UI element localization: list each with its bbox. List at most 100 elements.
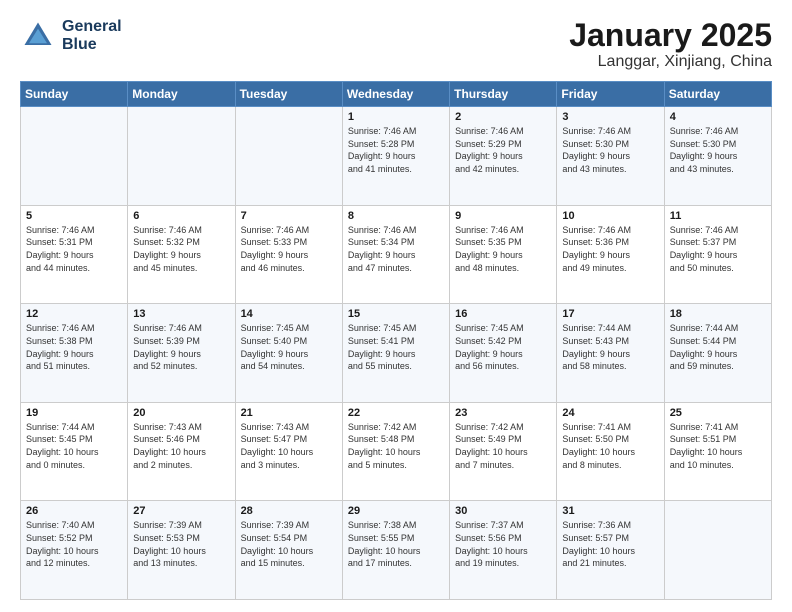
- day-info: Sunrise: 7:39 AM Sunset: 5:54 PM Dayligh…: [241, 519, 337, 569]
- day-info: Sunrise: 7:46 AM Sunset: 5:30 PM Dayligh…: [670, 125, 766, 175]
- calendar-cell: 28Sunrise: 7:39 AM Sunset: 5:54 PM Dayli…: [235, 501, 342, 600]
- day-number: 25: [670, 407, 766, 419]
- calendar-cell: 23Sunrise: 7:42 AM Sunset: 5:49 PM Dayli…: [450, 402, 557, 501]
- day-info: Sunrise: 7:46 AM Sunset: 5:39 PM Dayligh…: [133, 322, 229, 372]
- calendar-table: SundayMondayTuesdayWednesdayThursdayFrid…: [20, 81, 772, 600]
- weekday-header-sunday: Sunday: [21, 82, 128, 107]
- day-number: 2: [455, 111, 551, 123]
- calendar-cell: 2 Sunrise: 7:46 AM Sunset: 5:29 PM Daylig…: [450, 107, 557, 206]
- day-info: Sunrise: 7:44 AM Sunset: 5:43 PM Dayligh…: [562, 322, 658, 372]
- day-info: Sunrise: 7:46 AM Sunset: 5:34 PM Dayligh…: [348, 224, 444, 274]
- logo-line1: General: [62, 18, 122, 36]
- day-info: Sunrise: 7:41 AM Sunset: 5:51 PM Dayligh…: [670, 421, 766, 471]
- calendar-cell: 18 Sunrise: 7:44 AM Sunset: 5:44 PM Dayli…: [664, 304, 771, 403]
- day-number: 23: [455, 407, 551, 419]
- day-info: Sunrise: 7:46 AM Sunset: 5:38 PM Dayligh…: [26, 322, 122, 372]
- day-info: Sunrise: 7:43 AM Sunset: 5:47 PM Dayligh…: [241, 421, 337, 471]
- calendar-cell: 16Sunrise: 7:45 AM Sunset: 5:42 PM Dayli…: [450, 304, 557, 403]
- calendar-cell: [128, 107, 235, 206]
- day-number: 13: [133, 308, 229, 320]
- title-block: January 2025 Langgar, Xinjiang, China: [569, 18, 772, 71]
- logo-icon: [20, 18, 56, 54]
- calendar-cell: 21Sunrise: 7:43 AM Sunset: 5:47 PM Dayli…: [235, 402, 342, 501]
- day-info: Sunrise: 7:46 AM Sunset: 5:30 PM Dayligh…: [562, 125, 658, 175]
- day-number: 7: [241, 210, 337, 222]
- day-number: 9: [455, 210, 551, 222]
- logo-text: General Blue: [62, 18, 122, 53]
- calendar-cell: 11 Sunrise: 7:46 AM Sunset: 5:37 PM Dayli…: [664, 205, 771, 304]
- calendar-body: 1Sunrise: 7:46 AM Sunset: 5:28 PM Daylig…: [21, 107, 772, 600]
- day-info: Sunrise: 7:45 AM Sunset: 5:42 PM Dayligh…: [455, 322, 551, 372]
- calendar-cell: 29Sunrise: 7:38 AM Sunset: 5:55 PM Dayli…: [342, 501, 449, 600]
- weekday-header-monday: Monday: [128, 82, 235, 107]
- logo-line2: Blue: [62, 36, 122, 54]
- logo: General Blue: [20, 18, 122, 54]
- day-info: Sunrise: 7:42 AM Sunset: 5:48 PM Dayligh…: [348, 421, 444, 471]
- page: General Blue January 2025 Langgar, Xinji…: [0, 0, 792, 612]
- day-info: Sunrise: 7:46 AM Sunset: 5:37 PM Dayligh…: [670, 224, 766, 274]
- day-info: Sunrise: 7:44 AM Sunset: 5:44 PM Dayligh…: [670, 322, 766, 372]
- weekday-header-friday: Friday: [557, 82, 664, 107]
- day-number: 30: [455, 505, 551, 517]
- calendar-title: January 2025: [569, 18, 772, 53]
- calendar-cell: 12 Sunrise: 7:46 AM Sunset: 5:38 PM Dayli…: [21, 304, 128, 403]
- calendar-cell: 13 Sunrise: 7:46 AM Sunset: 5:39 PM Dayli…: [128, 304, 235, 403]
- day-info: Sunrise: 7:45 AM Sunset: 5:40 PM Dayligh…: [241, 322, 337, 372]
- calendar-cell: 26Sunrise: 7:40 AM Sunset: 5:52 PM Dayli…: [21, 501, 128, 600]
- calendar-week-3: 12 Sunrise: 7:46 AM Sunset: 5:38 PM Dayli…: [21, 304, 772, 403]
- day-info: Sunrise: 7:45 AM Sunset: 5:41 PM Dayligh…: [348, 322, 444, 372]
- day-number: 31: [562, 505, 658, 517]
- day-number: 15: [348, 308, 444, 320]
- day-number: 18: [670, 308, 766, 320]
- day-info: Sunrise: 7:37 AM Sunset: 5:56 PM Dayligh…: [455, 519, 551, 569]
- weekday-header-wednesday: Wednesday: [342, 82, 449, 107]
- weekday-header-tuesday: Tuesday: [235, 82, 342, 107]
- calendar-cell: 7 Sunrise: 7:46 AM Sunset: 5:33 PM Daylig…: [235, 205, 342, 304]
- calendar-week-1: 1Sunrise: 7:46 AM Sunset: 5:28 PM Daylig…: [21, 107, 772, 206]
- calendar-cell: 1Sunrise: 7:46 AM Sunset: 5:28 PM Daylig…: [342, 107, 449, 206]
- calendar-cell: 19 Sunrise: 7:44 AM Sunset: 5:45 PM Dayli…: [21, 402, 128, 501]
- day-number: 10: [562, 210, 658, 222]
- day-number: 11: [670, 210, 766, 222]
- calendar-week-4: 19 Sunrise: 7:44 AM Sunset: 5:45 PM Dayli…: [21, 402, 772, 501]
- calendar-cell: 3Sunrise: 7:46 AM Sunset: 5:30 PM Daylig…: [557, 107, 664, 206]
- day-info: Sunrise: 7:40 AM Sunset: 5:52 PM Dayligh…: [26, 519, 122, 569]
- calendar-cell: 8 Sunrise: 7:46 AM Sunset: 5:34 PM Daylig…: [342, 205, 449, 304]
- day-info: Sunrise: 7:39 AM Sunset: 5:53 PM Dayligh…: [133, 519, 229, 569]
- calendar-cell: 31Sunrise: 7:36 AM Sunset: 5:57 PM Dayli…: [557, 501, 664, 600]
- day-number: 19: [26, 407, 122, 419]
- day-number: 12: [26, 308, 122, 320]
- calendar-cell: 17 Sunrise: 7:44 AM Sunset: 5:43 PM Dayli…: [557, 304, 664, 403]
- day-info: Sunrise: 7:46 AM Sunset: 5:29 PM Dayligh…: [455, 125, 551, 175]
- calendar-cell: 10Sunrise: 7:46 AM Sunset: 5:36 PM Dayli…: [557, 205, 664, 304]
- day-info: Sunrise: 7:43 AM Sunset: 5:46 PM Dayligh…: [133, 421, 229, 471]
- calendar-week-2: 5Sunrise: 7:46 AM Sunset: 5:31 PM Daylig…: [21, 205, 772, 304]
- calendar-cell: 14 Sunrise: 7:45 AM Sunset: 5:40 PM Dayli…: [235, 304, 342, 403]
- day-number: 17: [562, 308, 658, 320]
- weekday-header-saturday: Saturday: [664, 82, 771, 107]
- day-info: Sunrise: 7:41 AM Sunset: 5:50 PM Dayligh…: [562, 421, 658, 471]
- calendar-cell: 6Sunrise: 7:46 AM Sunset: 5:32 PM Daylig…: [128, 205, 235, 304]
- day-info: Sunrise: 7:46 AM Sunset: 5:32 PM Dayligh…: [133, 224, 229, 274]
- calendar-cell: [664, 501, 771, 600]
- day-number: 29: [348, 505, 444, 517]
- day-number: 24: [562, 407, 658, 419]
- day-info: Sunrise: 7:46 AM Sunset: 5:35 PM Dayligh…: [455, 224, 551, 274]
- calendar-cell: 25 Sunrise: 7:41 AM Sunset: 5:51 PM Dayli…: [664, 402, 771, 501]
- day-info: Sunrise: 7:44 AM Sunset: 5:45 PM Dayligh…: [26, 421, 122, 471]
- calendar-cell: 4 Sunrise: 7:46 AM Sunset: 5:30 PM Daylig…: [664, 107, 771, 206]
- day-number: 4: [670, 111, 766, 123]
- calendar-cell: 5Sunrise: 7:46 AM Sunset: 5:31 PM Daylig…: [21, 205, 128, 304]
- calendar-cell: 27Sunrise: 7:39 AM Sunset: 5:53 PM Dayli…: [128, 501, 235, 600]
- day-info: Sunrise: 7:46 AM Sunset: 5:33 PM Dayligh…: [241, 224, 337, 274]
- day-number: 22: [348, 407, 444, 419]
- day-number: 1: [348, 111, 444, 123]
- day-number: 8: [348, 210, 444, 222]
- calendar-cell: [21, 107, 128, 206]
- calendar-subtitle: Langgar, Xinjiang, China: [569, 53, 772, 71]
- day-number: 14: [241, 308, 337, 320]
- calendar-cell: [235, 107, 342, 206]
- weekday-header-thursday: Thursday: [450, 82, 557, 107]
- calendar-cell: 20Sunrise: 7:43 AM Sunset: 5:46 PM Dayli…: [128, 402, 235, 501]
- day-number: 5: [26, 210, 122, 222]
